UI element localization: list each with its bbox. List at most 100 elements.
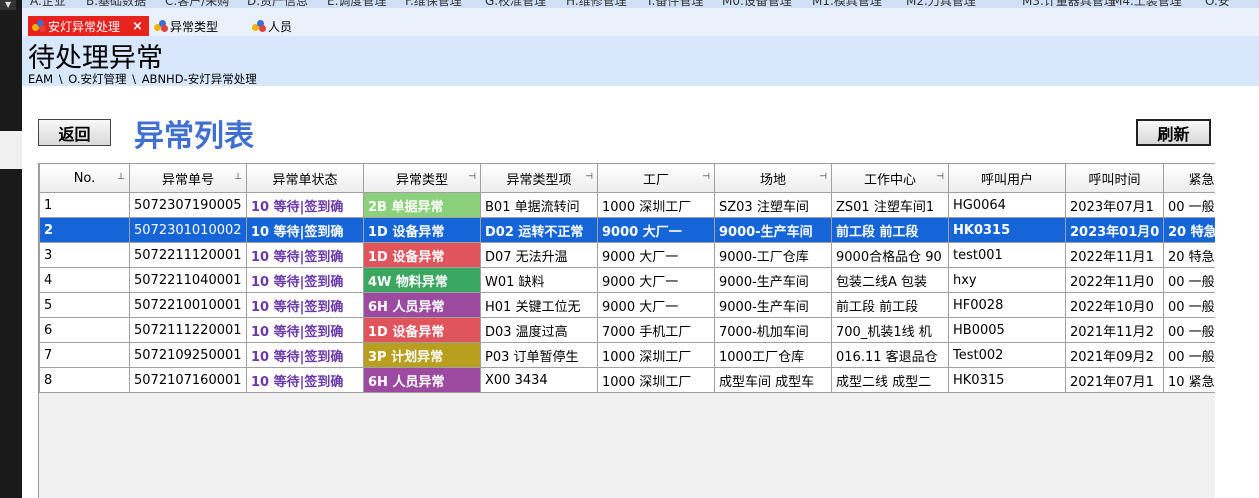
column-header[interactable]: 呼叫时间 xyxy=(1065,163,1164,193)
cell-urgency: 20 特急 xyxy=(1163,242,1215,268)
tab-andon-handling[interactable]: 安灯异常处理 × xyxy=(28,16,149,36)
pin-icon[interactable]: ⊥ xyxy=(234,172,242,182)
cell-type: 4W 物料异常 xyxy=(363,267,481,293)
cell-user: Test002 xyxy=(948,342,1066,368)
cell-factory: 9000 大厂一 xyxy=(597,292,715,318)
table-row[interactable]: 3 5072211120001 10 等待|签到确 1D 设备异常 D07 无法升温 90… xyxy=(39,242,1215,268)
cell-status: 10 等待|签到确 xyxy=(246,342,364,368)
column-header[interactable]: 异常类型项 ⊣ xyxy=(480,163,598,193)
column-header[interactable]: 工作中心 ⊣ xyxy=(831,163,949,193)
cell-status: 10 等待|签到确 xyxy=(246,317,364,343)
top-menu-item[interactable]: M4.工装管理 xyxy=(1112,0,1182,8)
table-row[interactable]: 4 5072211040001 10 等待|签到确 4W 物料异常 W01 缺料 9000… xyxy=(39,267,1215,293)
pin-icon[interactable]: ⊣ xyxy=(468,172,476,182)
cell-factory: 7000 手机工厂 xyxy=(597,317,715,343)
column-header[interactable]: No. ⊥ xyxy=(39,163,130,193)
tab-personnel[interactable]: 人员 xyxy=(252,16,292,36)
column-header[interactable]: 呼叫用户 xyxy=(948,163,1066,193)
breadcrumb-item[interactable]: O.安灯管理 xyxy=(68,72,126,86)
column-header[interactable]: 场地 ⊣ xyxy=(714,163,832,193)
cell-urgency: 00 一般 xyxy=(1163,342,1215,368)
top-menu-item[interactable]: F.维保管理 xyxy=(405,0,462,8)
cell-time: 2022年10月0 xyxy=(1065,292,1164,318)
pin-icon[interactable]: ⊥ xyxy=(117,172,125,182)
top-menu-item[interactable]: M3.计量器具管理 xyxy=(1022,0,1116,8)
cell-status: 10 等待|签到确 xyxy=(246,242,364,268)
cell-center: 016.11 客退品仓 xyxy=(831,342,949,368)
table-row[interactable]: 7 5072109250001 10 等待|签到确 3P 计划异常 P03 订单暂停生 1… xyxy=(39,342,1215,368)
cell-status: 10 等待|签到确 xyxy=(246,367,364,393)
side-splitter[interactable] xyxy=(0,131,22,169)
cell-id: 5072111220001 xyxy=(129,317,247,343)
cell-type: 3P 计划异常 xyxy=(363,342,481,368)
column-header[interactable]: 异常类型 ⊣ xyxy=(363,163,481,193)
top-menu-item[interactable]: D.资产信息 xyxy=(247,0,308,8)
cell-item: X00 3434 xyxy=(480,367,598,393)
dropdown-toggle[interactable]: ▼ xyxy=(0,0,16,10)
table-row[interactable]: 6 5072111220001 10 等待|签到确 1D 设备异常 D03 温度过高 70… xyxy=(39,317,1215,343)
cell-no: 1 xyxy=(39,192,130,218)
cell-type: 2B 单据异常 xyxy=(363,192,481,218)
top-menu-item[interactable]: M1.模具管理 xyxy=(812,0,882,8)
column-header[interactable]: 异常单号 ⊥ xyxy=(129,163,247,193)
top-menu-item[interactable]: M2.刀具管理 xyxy=(906,0,976,8)
cell-type: 1D 设备异常 xyxy=(363,242,481,268)
breadcrumb-item[interactable]: EAM xyxy=(28,72,53,86)
cell-no: 4 xyxy=(39,267,130,293)
pin-icon[interactable]: ⊣ xyxy=(936,172,944,182)
cell-item: H01 关键工位无 xyxy=(480,292,598,318)
table-row[interactable]: 8 5072107160001 10 等待|签到确 6H 人员异常 X00 3434 10… xyxy=(39,367,1215,393)
cell-user: test001 xyxy=(948,242,1066,268)
top-menu-item[interactable]: A.企业 xyxy=(30,0,66,8)
tab-exception-type[interactable]: 异常类型 xyxy=(154,16,218,36)
cell-site: 9000-生产车间 xyxy=(714,292,832,318)
top-menu-item[interactable]: G.校准管理 xyxy=(485,0,546,8)
exception-grid[interactable]: No. ⊥ 异常单号 ⊥ 异常单状态 异常类型 ⊣ 异常类型项 ⊣ 工厂 ⊣ 场地 ⊣ 工作中心 ⊣ 呼叫用户… xyxy=(38,163,1215,498)
column-header[interactable]: 紧急 xyxy=(1163,163,1215,193)
column-header[interactable]: 工厂 ⊣ xyxy=(597,163,715,193)
people-group-icon xyxy=(252,19,266,33)
table-row[interactable]: 2 5072301010002 10 等待|签到确 1D 设备异常 D02 运转不正常 9… xyxy=(39,217,1215,243)
pin-icon[interactable]: ⊣ xyxy=(585,172,593,182)
top-menu-item[interactable]: C.客户/采购 xyxy=(165,0,229,8)
list-title: 异常列表 xyxy=(134,119,254,154)
cell-site: 1000工厂仓库 xyxy=(714,342,832,368)
cell-site: 9000-生产车间 xyxy=(714,217,832,243)
cell-center: 700_机装1线 机 xyxy=(831,317,949,343)
top-menu-item[interactable]: M0.设备管理 xyxy=(722,0,792,8)
cell-id: 5072307190005 xyxy=(129,192,247,218)
back-button[interactable]: 返回 xyxy=(38,119,111,146)
cell-factory: 1000 深圳工厂 xyxy=(597,367,715,393)
cell-site: 9000-工厂仓库 xyxy=(714,242,832,268)
cell-time: 2023年07月1 xyxy=(1065,192,1164,218)
table-row[interactable]: 1 5072307190005 10 等待|签到确 2B 单据异常 B01 单据流转问 1… xyxy=(39,192,1215,218)
cell-site: SZ03 注塑车间 xyxy=(714,192,832,218)
cell-user: HF0028 xyxy=(948,292,1066,318)
top-menu-item[interactable]: B.基础数据 xyxy=(86,0,146,8)
top-menu-item[interactable]: I.备件管理 xyxy=(648,0,703,8)
cell-factory: 1000 深圳工厂 xyxy=(597,192,715,218)
column-header[interactable]: 异常单状态 xyxy=(246,163,364,193)
people-group-icon xyxy=(154,19,168,33)
cell-status: 10 等待|签到确 xyxy=(246,292,364,318)
table-row[interactable]: 5 5072210010001 10 等待|签到确 6H 人员异常 H01 关键工位无 9… xyxy=(39,292,1215,318)
cell-center: 前工段 前工段 xyxy=(831,292,949,318)
tab-label: 人员 xyxy=(268,19,293,34)
top-menu-item[interactable]: H.维修管理 xyxy=(566,0,627,8)
close-icon[interactable]: × xyxy=(132,19,143,34)
top-menu-item[interactable]: O.安 xyxy=(1205,0,1230,8)
pin-icon[interactable]: ⊣ xyxy=(702,172,710,182)
cell-time: 2023年01月0 xyxy=(1065,217,1164,243)
breadcrumb-item[interactable]: ABNHD-安灯异常处理 xyxy=(142,72,257,86)
breadcrumb-separator: \ xyxy=(58,72,63,86)
pin-icon[interactable]: ⊣ xyxy=(819,172,827,182)
tab-label: 异常类型 xyxy=(170,19,219,34)
cell-id: 5072210010001 xyxy=(129,292,247,318)
cell-status: 10 等待|签到确 xyxy=(246,192,364,218)
refresh-button[interactable]: 刷新 xyxy=(1136,119,1211,146)
cell-id: 5072109250001 xyxy=(129,342,247,368)
cell-center: 前工段 前工段 xyxy=(831,217,949,243)
cell-type: 1D 设备异常 xyxy=(363,217,481,243)
exception-table: No. ⊥ 异常单号 ⊥ 异常单状态 异常类型 ⊣ 异常类型项 ⊣ 工厂 ⊣ 场地 ⊣ 工作中心 ⊣ 呼叫用户… xyxy=(39,163,1215,393)
top-menu-item[interactable]: E.调度管理 xyxy=(327,0,386,8)
